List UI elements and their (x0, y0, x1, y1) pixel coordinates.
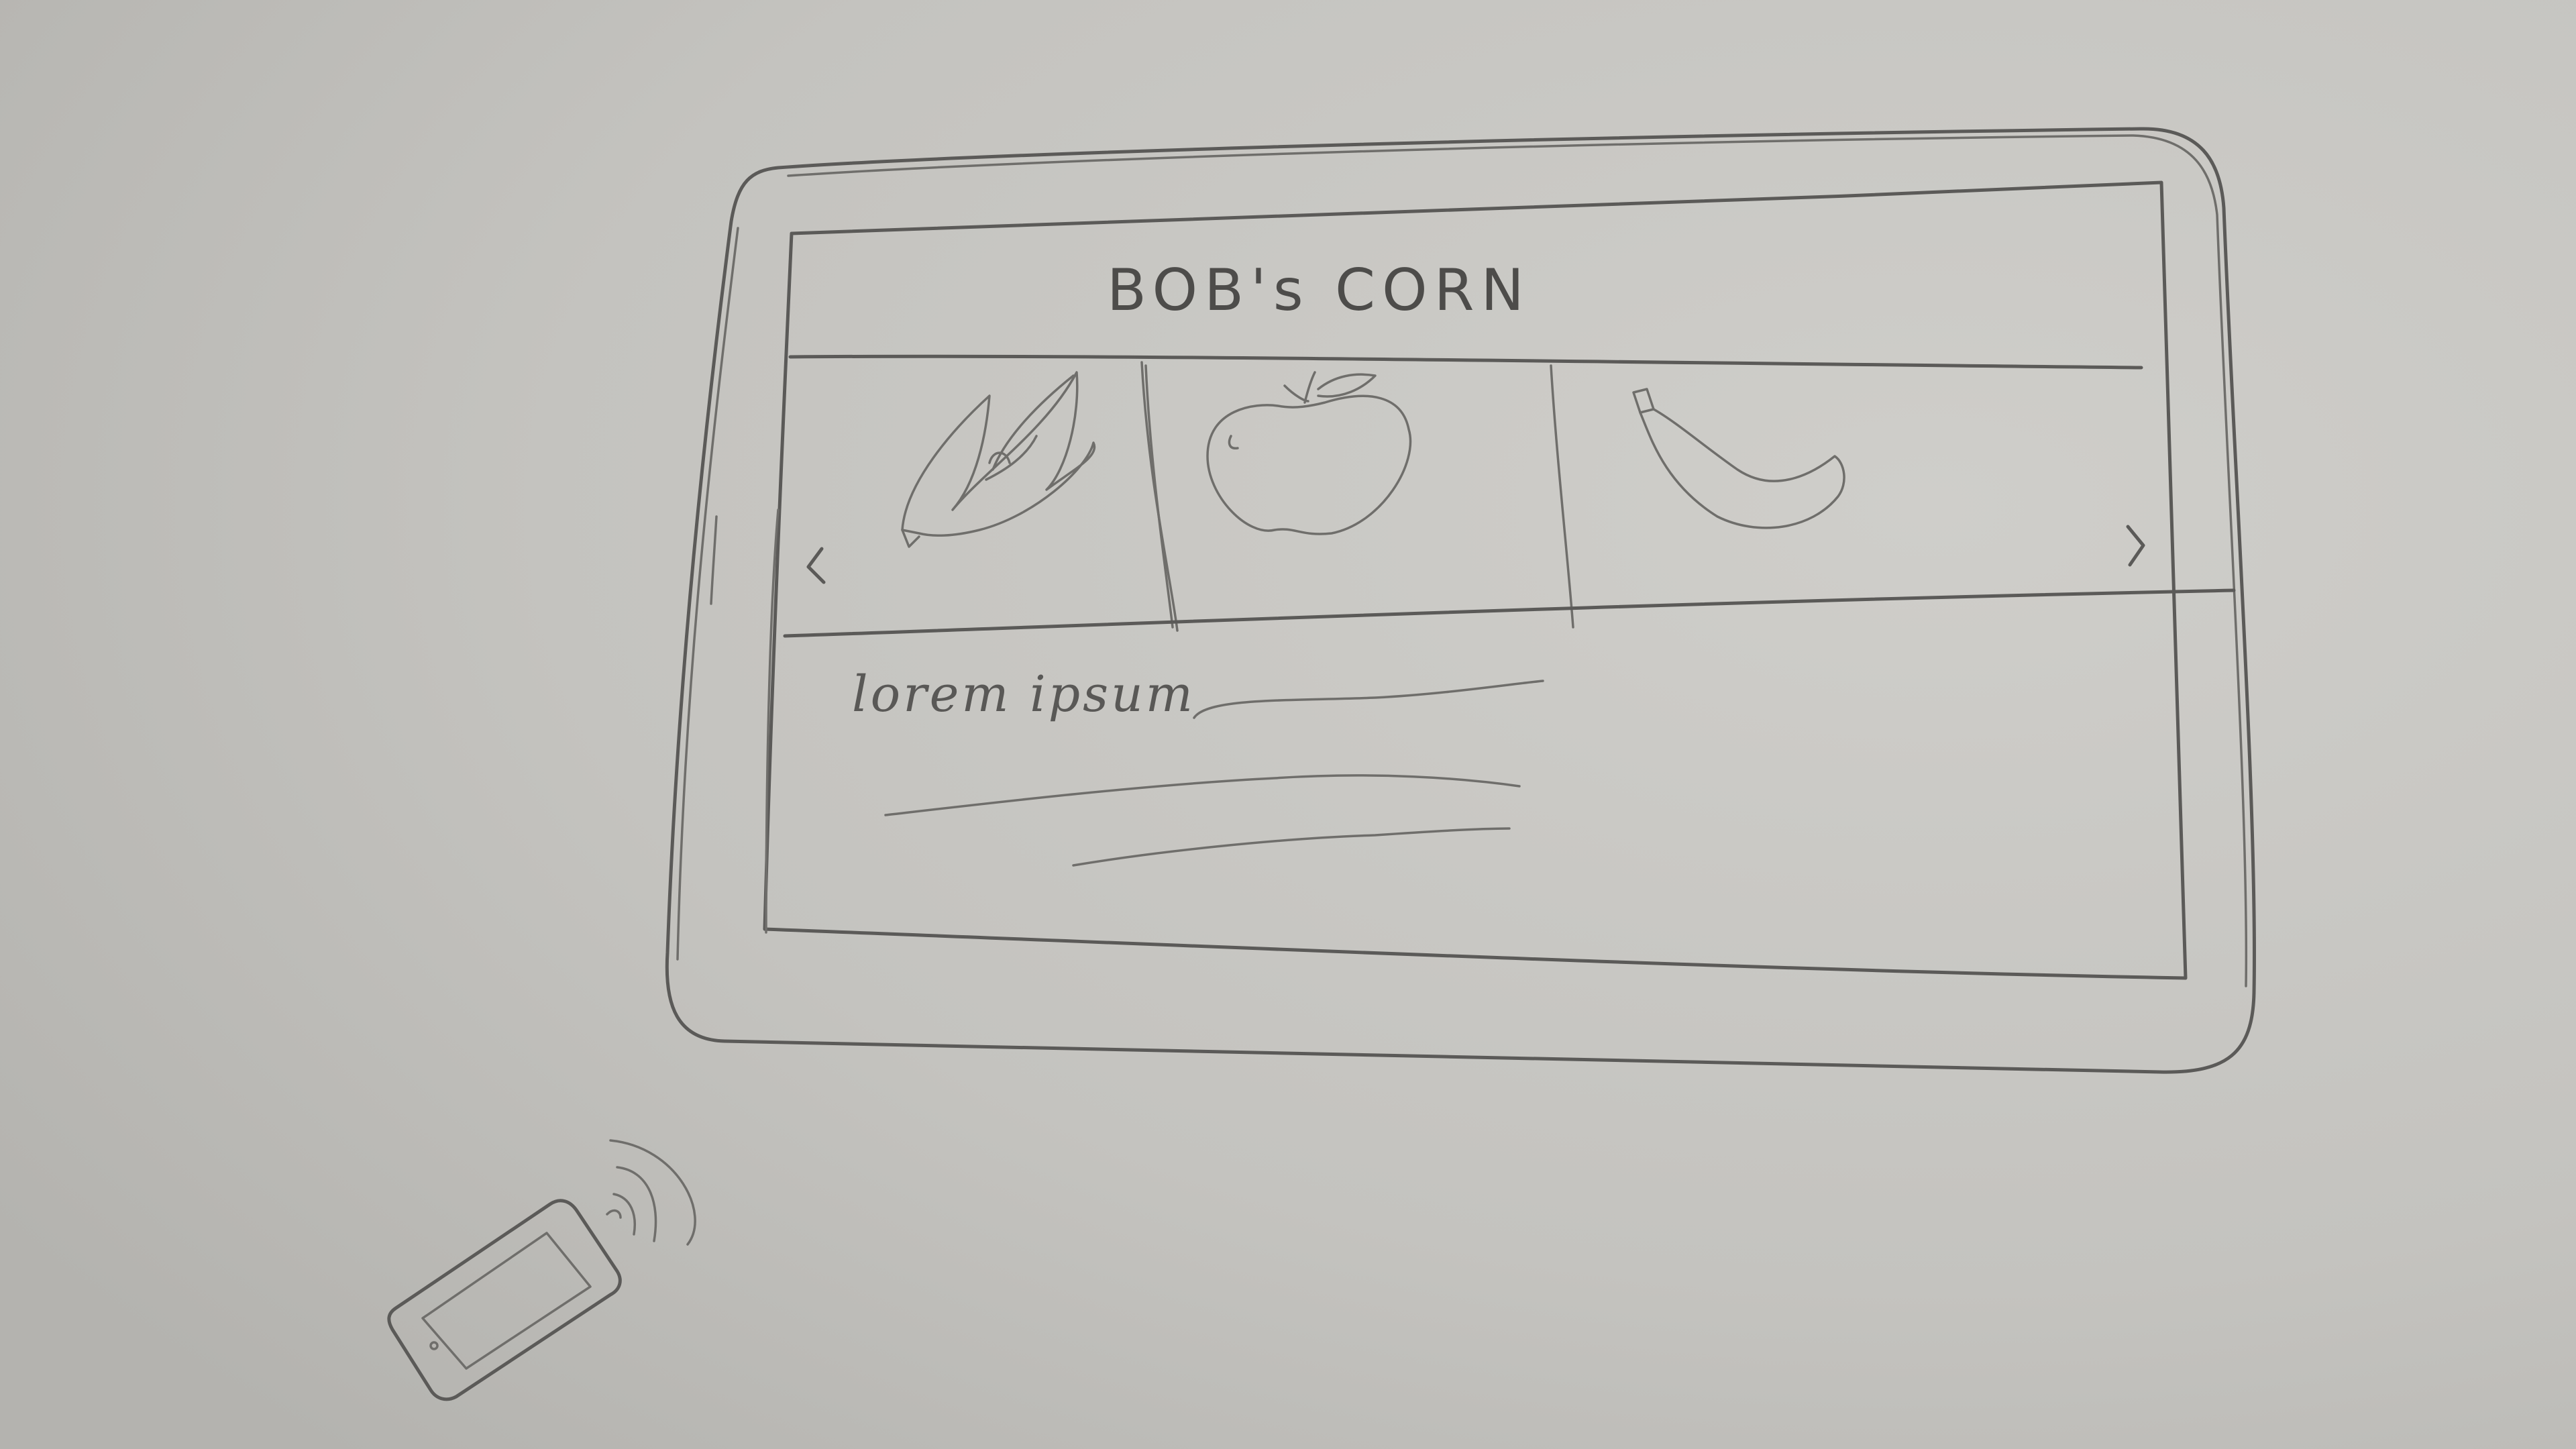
paper-background: BOB's CORN lorem ipsum (0, 0, 2576, 1449)
wireframe-sketch: BOB's CORN lorem ipsum (0, 0, 2576, 1449)
body-text: lorem ipsum (852, 665, 1195, 723)
app-title: BOB's CORN (1107, 257, 1531, 324)
